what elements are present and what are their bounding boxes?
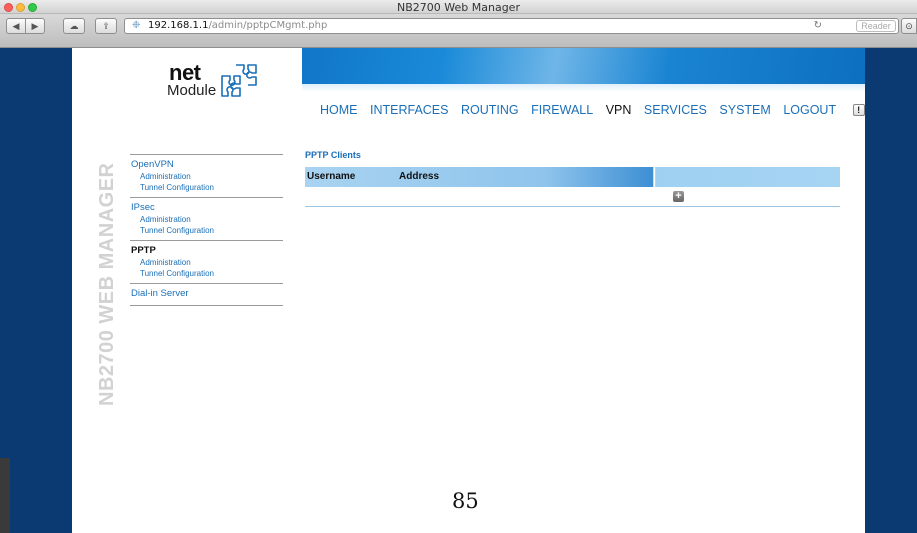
nav-interfaces[interactable]: INTERFACES [370, 103, 449, 117]
sidebar-item-ipsec-administration[interactable]: Administration [131, 214, 283, 225]
downloads-icon: ⊙ [905, 21, 913, 31]
address-bar[interactable]: ❉ 192.168.1.1/admin/pptpCMgmt.php ↻ Read… [124, 18, 899, 34]
forward-button[interactable]: ▶ [25, 18, 45, 34]
reload-icon[interactable]: ↻ [814, 19, 822, 33]
window-title: NB2700 Web Manager [397, 1, 520, 14]
url-text: 192.168.1.1/admin/pptpCMgmt.php [148, 19, 327, 33]
add-client-icon[interactable]: + [673, 191, 684, 202]
column-header-address: Address [399, 171, 440, 182]
reader-button[interactable]: Reader [856, 20, 896, 32]
page-number: 85 [452, 489, 479, 513]
share-icon: ⇪ [102, 21, 110, 31]
share-button[interactable]: ⇪ [95, 18, 117, 34]
background-strip [0, 458, 10, 533]
sidebar-item-pptp-administration[interactable]: Administration [131, 257, 283, 268]
vertical-product-title: NB2700 WEB MANAGER [96, 162, 118, 406]
column-header-username: Username [307, 171, 356, 182]
netmodule-logo[interactable]: net Module [130, 60, 290, 110]
puzzle-logo-icon [221, 64, 257, 97]
section-title: PPTP Clients [305, 150, 361, 160]
main-navigation: HOME INTERFACES ROUTING FIREWALL VPN SER… [320, 102, 865, 118]
alert-icon[interactable]: ! [852, 104, 865, 116]
nav-vpn[interactable]: VPN [606, 103, 632, 117]
forward-arrow-icon: ▶ [31, 21, 39, 31]
table-divider [305, 206, 840, 207]
downloads-button[interactable]: ⊙ [901, 18, 917, 34]
sidebar-item-openvpn[interactable]: OpenVPN [131, 158, 283, 171]
site-icon: ❉ [132, 20, 141, 31]
sidebar-item-pptp[interactable]: PPTP [131, 244, 283, 257]
clients-table-header: Username Address [305, 167, 840, 187]
nav-firewall[interactable]: FIREWALL [531, 103, 593, 117]
page-content: net Module NB2700 WEB MANAGER HOME INTER… [72, 48, 865, 533]
nav-logout[interactable]: LOGOUT [783, 103, 836, 117]
url-host: 192.168.1.1 [148, 20, 209, 31]
sidebar-item-dialin-server[interactable]: Dial-in Server [131, 287, 283, 300]
logo-text-bottom: Module [167, 82, 217, 99]
sidebar-group-pptp: PPTP Administration Tunnel Configuration [130, 240, 283, 283]
nav-services[interactable]: SERVICES [644, 103, 707, 117]
back-button[interactable]: ◀ [6, 18, 26, 34]
sidebar-group-openvpn: OpenVPN Administration Tunnel Configurat… [130, 154, 283, 197]
icloud-tabs-icon: ☁ [69, 21, 79, 31]
header-banner-fade [302, 84, 865, 92]
sidebar-item-ipsec-tunnel-configuration[interactable]: Tunnel Configuration [131, 225, 283, 236]
sidebar-group-ipsec: IPsec Administration Tunnel Configuratio… [130, 197, 283, 240]
nav-system[interactable]: SYSTEM [719, 103, 770, 117]
back-arrow-icon: ◀ [12, 21, 20, 31]
browser-toolbar: ◀ ▶ ☁ ⇪ ❉ 192.168.1.1/admin/pptpCMgmt.ph… [0, 14, 917, 48]
sidebar-group-dialin: Dial-in Server [130, 283, 283, 306]
sidebar-item-pptp-tunnel-configuration[interactable]: Tunnel Configuration [131, 268, 283, 279]
vpn-sidebar: OpenVPN Administration Tunnel Configurat… [130, 154, 283, 306]
url-path: /admin/pptpCMgmt.php [208, 20, 328, 31]
sidebar-item-openvpn-tunnel-configuration[interactable]: Tunnel Configuration [131, 182, 283, 193]
nav-home[interactable]: HOME [320, 103, 358, 117]
icloud-tabs-button[interactable]: ☁ [63, 18, 85, 34]
window-titlebar: NB2700 Web Manager [0, 0, 917, 14]
nav-routing[interactable]: ROUTING [461, 103, 519, 117]
header-banner [302, 48, 865, 84]
web-page: net Module NB2700 WEB MANAGER HOME INTER… [0, 48, 917, 533]
sidebar-item-openvpn-administration[interactable]: Administration [131, 171, 283, 182]
sidebar-item-ipsec[interactable]: IPsec [131, 201, 283, 214]
